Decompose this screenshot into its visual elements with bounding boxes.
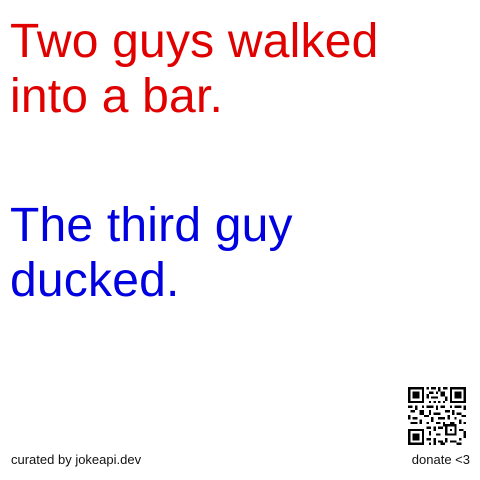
joke-setup: Two guys walked into a bar.	[10, 15, 379, 123]
credit-text: curated by jokeapi.dev	[11, 452, 142, 467]
joke-delivery: The third guy ducked.	[10, 199, 293, 307]
qr-code-icon[interactable]	[408, 387, 466, 445]
donate-link[interactable]: donate <3	[412, 452, 470, 467]
